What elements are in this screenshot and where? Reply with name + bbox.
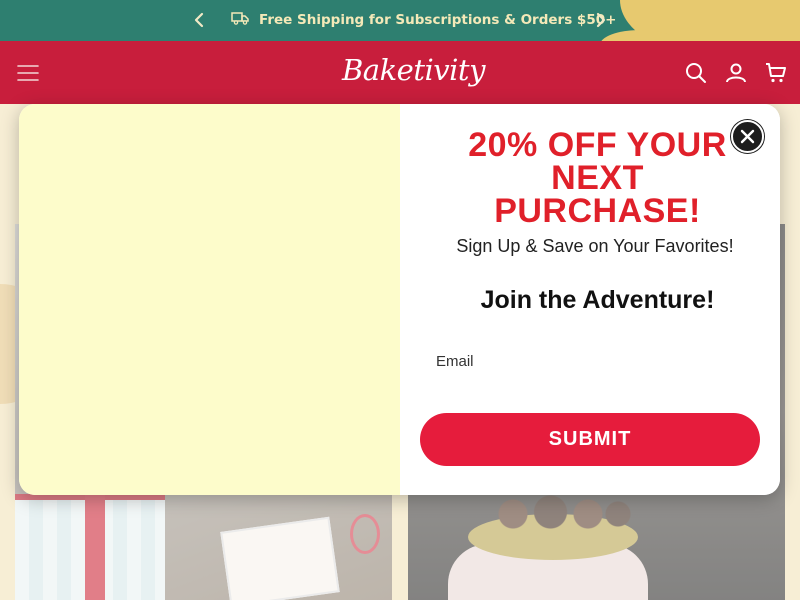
announcement-text: Free Shipping for Subscriptions & Orders… bbox=[259, 12, 617, 28]
popup-headline: 20% OFF YOUR NEXT PURCHASE! bbox=[410, 126, 780, 230]
announcement-bar: Free Shipping for Subscriptions & Orders… bbox=[0, 0, 800, 41]
popup-join-text: Join the Adventure! bbox=[480, 286, 715, 314]
headline-line: PURCHASE! bbox=[494, 192, 701, 230]
cart-icon[interactable] bbox=[764, 61, 788, 85]
headline-line: 20% OFF YOUR bbox=[468, 126, 727, 164]
chevron-left-icon[interactable] bbox=[190, 10, 210, 30]
site-header: Baketivity bbox=[0, 41, 800, 104]
user-icon[interactable] bbox=[724, 61, 748, 85]
popup-image-panel bbox=[19, 104, 400, 495]
close-icon bbox=[740, 129, 755, 144]
site-logo[interactable]: Baketivity bbox=[342, 53, 485, 87]
discount-popup: 20% OFF YOUR NEXT PURCHASE! Sign Up & Sa… bbox=[19, 104, 780, 495]
truck-icon bbox=[231, 11, 249, 29]
headline-line: NEXT bbox=[551, 159, 644, 197]
announcement-message[interactable]: Free Shipping for Subscriptions & Orders… bbox=[231, 11, 616, 29]
submit-button[interactable]: SUBMIT bbox=[420, 413, 760, 466]
close-button[interactable] bbox=[731, 120, 764, 153]
popup-form-panel: 20% OFF YOUR NEXT PURCHASE! Sign Up & Sa… bbox=[400, 104, 780, 495]
email-field[interactable] bbox=[436, 344, 756, 378]
popup-subheadline: Sign Up & Save on Your Favorites! bbox=[456, 236, 734, 256]
chevron-right-icon[interactable] bbox=[590, 10, 610, 30]
search-icon[interactable] bbox=[684, 61, 708, 85]
hamburger-menu-icon[interactable] bbox=[16, 61, 40, 85]
